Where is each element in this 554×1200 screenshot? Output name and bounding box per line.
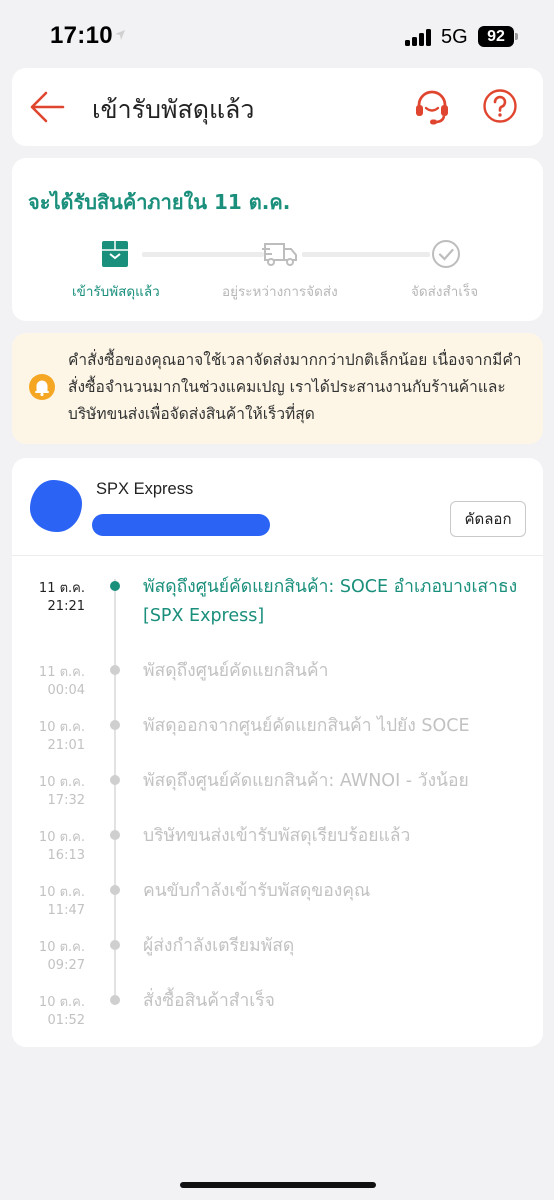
back-arrow-icon[interactable] [29, 90, 65, 124]
carrier-name: SPX Express [96, 480, 194, 498]
location-arrow-icon [115, 30, 125, 40]
divider [12, 555, 543, 556]
event-description: สั่งซื้อสินค้าสำเร็จ [143, 991, 275, 1011]
status-bar: 17:10 5G 92 [0, 0, 554, 70]
progress-track-2 [302, 252, 430, 257]
event-date: 11 ต.ค. [38, 665, 85, 680]
estimated-delivery: จะได้รับสินค้าภายใน 11 ต.ค. [28, 190, 291, 214]
timeline-line [114, 579, 116, 1002]
cellular-signal-icon [405, 29, 435, 46]
event-description: บริษัทขนส่งเข้ารับพัสดุเรียบร้อยแล้ว [143, 826, 411, 846]
status-time: 17:10 [50, 22, 113, 49]
battery-icon: 92 [478, 26, 514, 47]
event-description: คนขับกำลังเข้ารับพัสดุของคุณ [143, 881, 371, 901]
event-time: 17:32 [47, 793, 85, 808]
event-date: 10 ต.ค. [38, 995, 85, 1010]
event-time: 11:47 [47, 903, 85, 918]
event-description: พัสดุถึงศูนย์คัดแยกสินค้า: SOCE อำเภอบาง… [143, 577, 518, 626]
truck-icon [262, 243, 297, 266]
carrier-logo [30, 480, 82, 532]
event-time: 16:13 [47, 848, 85, 863]
tracking-card: SPX Express คัดลอก 11 ต.ค. 21:21 พัสดุถึ… [12, 458, 543, 1047]
headset-icon[interactable] [413, 88, 451, 126]
help-icon[interactable] [482, 88, 518, 124]
package-icon [102, 241, 128, 267]
step-label-delivered: จัดส่งสำเร็จ [411, 284, 479, 300]
step-label-picked-up: เข้ารับพัสดุแล้ว [72, 284, 160, 300]
event-time: 01:52 [47, 1013, 85, 1028]
bell-icon [29, 374, 55, 400]
event-date: 11 ต.ค. [38, 581, 85, 596]
event-description: พัสดุถึงศูนย์คัดแยกสินค้า: AWNOI - วังน้… [143, 771, 469, 791]
event-dot [110, 581, 120, 591]
event-dot [110, 885, 120, 895]
event-dot [110, 665, 120, 675]
event-description: พัสดุออกจากศูนย์คัดแยกสินค้า ไปยัง SOCE [143, 716, 470, 736]
network-type: 5G [441, 26, 468, 48]
event-date: 10 ต.ค. [38, 885, 85, 900]
event-description: ผู้ส่งกำลังเตรียมพัสดุ [143, 936, 295, 956]
event-date: 10 ต.ค. [38, 720, 85, 735]
event-time: 00:04 [47, 683, 85, 698]
event-time: 09:27 [47, 958, 85, 973]
progress-track-1 [142, 252, 264, 257]
copy-tracking-button[interactable]: คัดลอก [450, 501, 526, 537]
event-description: พัสดุถึงศูนย์คัดแยกสินค้า [143, 661, 329, 681]
event-dot [110, 720, 120, 730]
event-dot [110, 940, 120, 950]
check-circle-icon [432, 240, 460, 268]
event-dot [110, 830, 120, 840]
event-dot [110, 775, 120, 785]
notice-text: คำสั่งซื้อของคุณอาจใช้เวลาจัดส่งมากกว่าป… [68, 351, 522, 423]
event-date: 10 ต.ค. [38, 830, 85, 845]
event-date: 10 ต.ค. [38, 940, 85, 955]
event-date: 10 ต.ค. [38, 775, 85, 790]
delivery-progress-card: จะได้รับสินค้าภายใน 11 ต.ค. เข้ารับพัสดุ… [12, 158, 543, 321]
home-indicator[interactable] [180, 1182, 376, 1188]
header-bar: เข้ารับพัสดุแล้ว [12, 68, 543, 146]
battery-tip [515, 33, 518, 40]
event-dot [110, 995, 120, 1005]
page-title: เข้ารับพัสดุแล้ว [92, 95, 255, 124]
event-time: 21:01 [47, 738, 85, 753]
delay-notice: คำสั่งซื้อของคุณอาจใช้เวลาจัดส่งมากกว่าป… [12, 333, 543, 444]
tracking-number-redacted [92, 514, 270, 536]
step-label-in-transit: อยู่ระหว่างการจัดส่ง [222, 284, 338, 300]
event-time: 21:21 [47, 599, 85, 614]
